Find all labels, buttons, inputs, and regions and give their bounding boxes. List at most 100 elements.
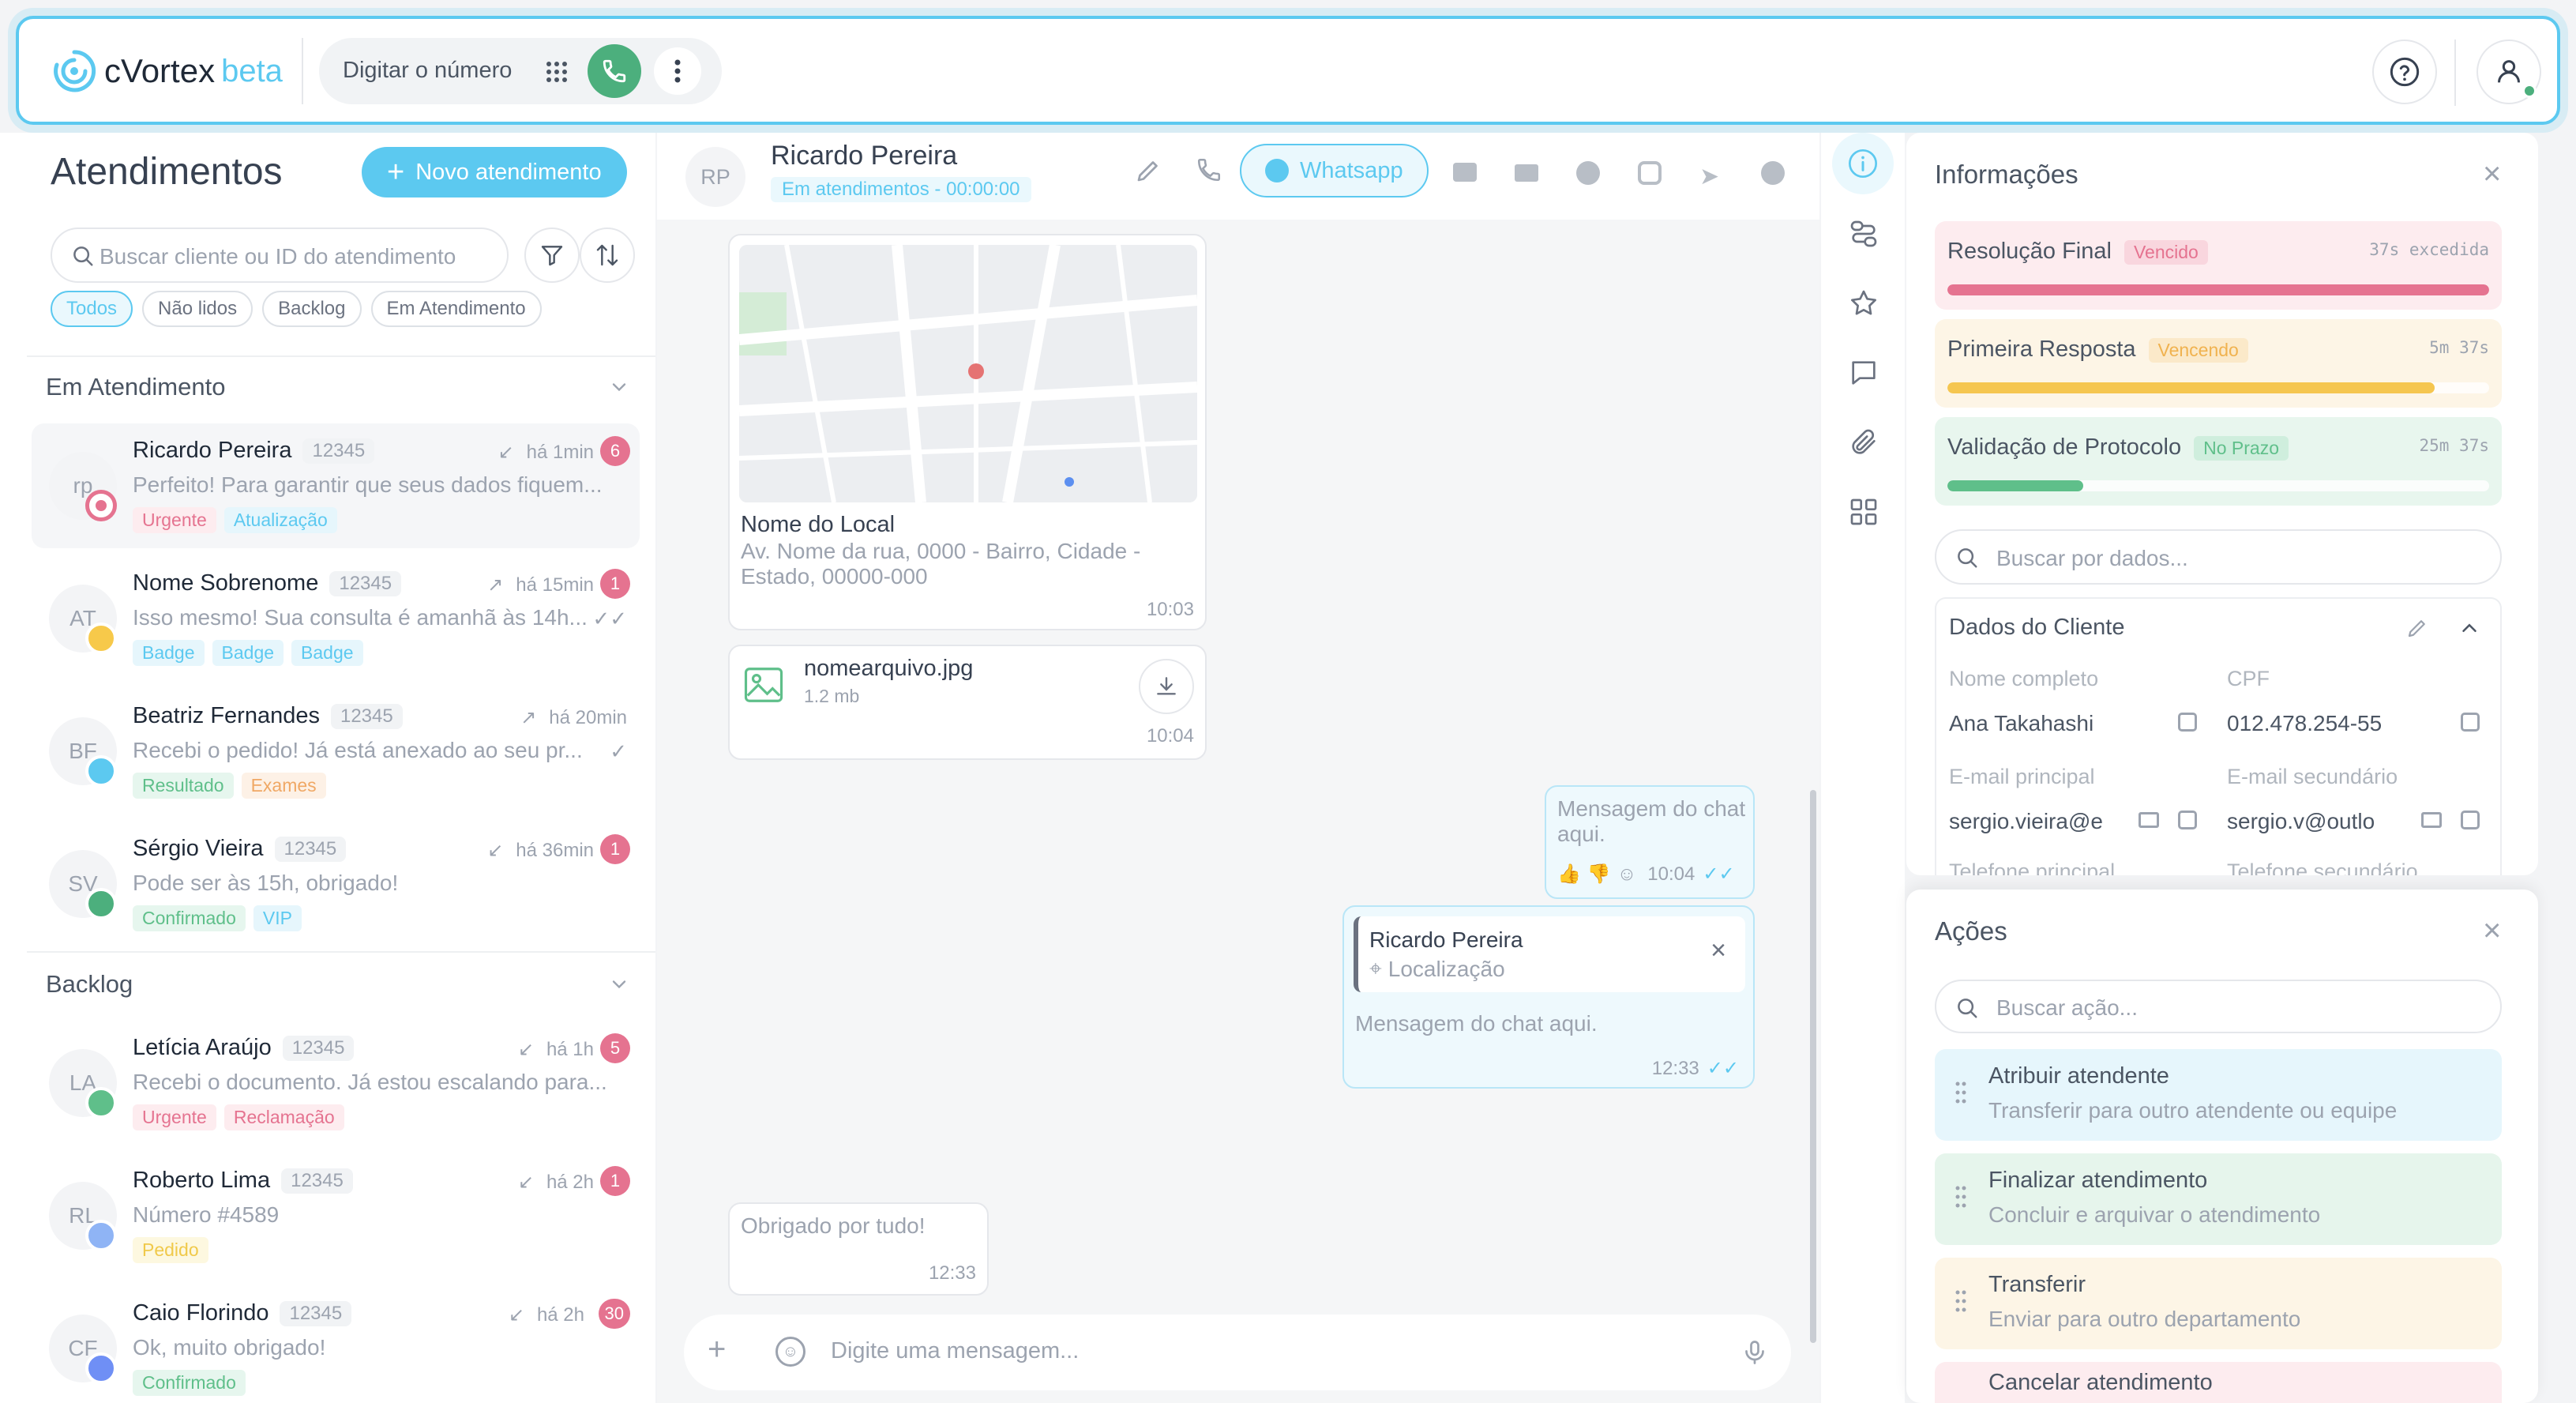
tag-badge: Badge — [133, 640, 205, 666]
phone-icon[interactable] — [1196, 156, 1222, 183]
call-button[interactable] — [588, 44, 641, 98]
flow-icon[interactable] — [1848, 218, 1879, 250]
sla-label: Primeira Resposta Vencendo — [1947, 337, 2248, 363]
chat-scrollbar[interactable] — [1810, 790, 1816, 1343]
chip-em-atendimento[interactable]: Em Atendimento — [370, 291, 542, 327]
thumbs-up-icon[interactable]: 👍 — [1557, 863, 1581, 886]
field-value: 012.478.254-55 — [2227, 711, 2383, 735]
email-channel-icon[interactable] — [1515, 164, 1538, 182]
sla-status-badge: Vencido — [2124, 239, 2208, 265]
instagram-channel-icon — [85, 490, 117, 521]
chat-header: RP Ricardo Pereira Em atendimentos - 00:… — [657, 133, 1819, 220]
paperclip-icon[interactable] — [1848, 427, 1879, 458]
conversation-item[interactable]: rp Ricardo Pereira 12345 ↙ há 1min 6 Perfe… — [32, 423, 640, 548]
reaction-icon[interactable]: ☺ — [1617, 863, 1637, 886]
action-transfer[interactable]: Transferir Enviar para outro departament… — [1935, 1258, 2502, 1349]
conversation-item[interactable]: RL Roberto Lima 12345 ↙ há 2h 1 Número #45… — [32, 1153, 640, 1278]
drag-handle-icon[interactable] — [1955, 1081, 1966, 1104]
download-button[interactable] — [1139, 659, 1194, 714]
conversation-id: 12345 — [274, 837, 347, 863]
unread-count-badge: 30 — [598, 1299, 630, 1329]
message-input[interactable]: Digite uma mensagem... — [831, 1338, 1079, 1364]
location-message[interactable]: Nome do Local Av. Nome da rua, 0000 - Ba… — [728, 234, 1207, 630]
action-cancel[interactable]: Cancelar atendimento — [1935, 1362, 2502, 1403]
filter-button[interactable] — [524, 228, 580, 283]
brand-logo[interactable]: cVortex beta — [51, 47, 283, 95]
edit-icon[interactable] — [1134, 156, 1162, 185]
mail-icon[interactable] — [2421, 812, 2442, 828]
info-tab-button[interactable] — [1832, 133, 1894, 194]
sla-card: Primeira Resposta Vencendo 5m 37s — [1935, 319, 2502, 408]
file-message[interactable]: nomearquivo.jpg 1.2 mb 10:04 — [728, 645, 1207, 760]
close-icon[interactable]: × — [1710, 935, 1726, 966]
sort-button[interactable] — [580, 228, 635, 283]
check-icon: ✓ — [610, 739, 627, 763]
field-value: Ana Takahashi — [1949, 711, 2094, 735]
close-icon[interactable]: × — [2483, 913, 2501, 949]
copy-icon[interactable] — [2178, 811, 2197, 829]
info-search[interactable]: Buscar por dados... — [1935, 529, 2502, 585]
chip-todos[interactable]: Todos — [51, 291, 133, 327]
outgoing-reply-message[interactable]: Ricardo Pereira ⌖ Localização × Mensagem … — [1342, 905, 1755, 1089]
chat-contact-name[interactable]: Ricardo Pereira — [771, 141, 957, 171]
telegram-channel-icon[interactable]: ➤ — [1699, 163, 1719, 190]
action-assign-agent[interactable]: Atribuir atendente Transferir para outro… — [1935, 1049, 2502, 1141]
messenger-channel-icon[interactable] — [1576, 161, 1600, 185]
copy-icon[interactable] — [2461, 713, 2480, 732]
sla-progress-fill — [1947, 480, 2083, 491]
conversation-search[interactable]: Buscar cliente ou ID do atendimento — [51, 228, 509, 283]
comment-icon[interactable] — [1848, 357, 1879, 389]
chevron-up-icon[interactable] — [2458, 616, 2481, 640]
section-header-backlog[interactable]: Backlog — [46, 970, 133, 999]
chip-nao-lidos[interactable]: Não lidos — [142, 291, 253, 327]
channel-whatsapp-button[interactable]: Whatsapp — [1240, 144, 1429, 197]
tag-badge: Confirmado — [133, 1370, 246, 1396]
edit-icon[interactable] — [2405, 616, 2429, 640]
instagram-channel-icon[interactable] — [1638, 161, 1662, 185]
conversation-item[interactable]: BF Beatriz Fernandes 12345 ↗ há 20min Rece… — [32, 689, 640, 814]
section-header-active[interactable]: Em Atendimento — [46, 373, 225, 401]
copy-icon[interactable] — [2461, 811, 2480, 829]
reply-quote[interactable]: Ricardo Pereira ⌖ Localização × — [1354, 916, 1745, 992]
search-placeholder: Buscar ação... — [1996, 995, 2138, 1020]
help-button[interactable] — [2372, 39, 2437, 104]
star-icon[interactable] — [1848, 288, 1879, 319]
chat-avatar[interactable]: RP — [685, 147, 745, 207]
conversation-item[interactable]: LA Letícia Araújo 12345 ↙ há 1h 5 Recebi o… — [32, 1021, 640, 1145]
action-description: Concluir e arquivar o atendimento — [1988, 1202, 2321, 1227]
incoming-message[interactable]: Obrigado por tudo! 12:33 — [728, 1202, 989, 1296]
user-avatar-button[interactable] — [2476, 39, 2541, 104]
conversation-item[interactable]: SV Sérgio Vieira 12345 ↙ há 36min 1 Pode s… — [32, 822, 640, 940]
attach-plus-icon[interactable]: + — [708, 1332, 726, 1367]
chip-backlog[interactable]: Backlog — [262, 291, 362, 327]
sms-channel-icon[interactable] — [1453, 163, 1477, 182]
tag-badge: Confirmado — [133, 905, 246, 931]
action-finish[interactable]: Finalizar atendimento Concluir e arquiva… — [1935, 1153, 2502, 1245]
actions-search[interactable]: Buscar ação... — [1935, 980, 2502, 1033]
microphone-icon[interactable] — [1740, 1337, 1769, 1368]
conversation-preview: Pode ser às 15h, obrigado! — [133, 871, 399, 895]
sla-time: 37s excedida — [2369, 240, 2489, 259]
close-icon[interactable]: × — [2483, 156, 2501, 192]
dial-input[interactable]: Digitar o número — [343, 58, 512, 84]
drag-handle-icon[interactable] — [1955, 1185, 1966, 1209]
emoji-icon[interactable]: ☺ — [775, 1337, 805, 1367]
conversation-item[interactable]: AT Nome Sobrenome 12345 ↗ há 15min 1 Isso … — [32, 556, 640, 681]
new-conversation-button[interactable]: + Novo atendimento — [362, 147, 627, 197]
client-data-title[interactable]: Dados do Cliente — [1949, 615, 2124, 641]
thumbs-down-icon[interactable]: 👎 — [1587, 863, 1611, 886]
conversation-item[interactable]: CF Caio Florindo 12345 ↙ há 2h 30 Ok, muit… — [32, 1286, 640, 1403]
reply-type: ⌖ Localização — [1369, 956, 1505, 981]
map-preview[interactable] — [739, 245, 1197, 502]
chat-channel-icon[interactable] — [1761, 161, 1785, 185]
outgoing-message[interactable]: Mensagem do chat aqui. 👍 👎 ☺ 10:04 ✓✓ — [1545, 785, 1755, 899]
apps-grid-icon[interactable] — [1848, 496, 1879, 528]
field-label: Telefone secundário — [2227, 859, 2418, 875]
copy-icon[interactable] — [2178, 713, 2197, 732]
chevron-down-icon[interactable] — [608, 376, 630, 398]
mail-icon[interactable] — [2139, 812, 2159, 828]
more-options-button[interactable] — [654, 47, 701, 95]
chevron-down-icon[interactable] — [608, 973, 630, 995]
dialpad-icon[interactable] — [545, 60, 569, 84]
drag-handle-icon[interactable] — [1955, 1289, 1966, 1313]
